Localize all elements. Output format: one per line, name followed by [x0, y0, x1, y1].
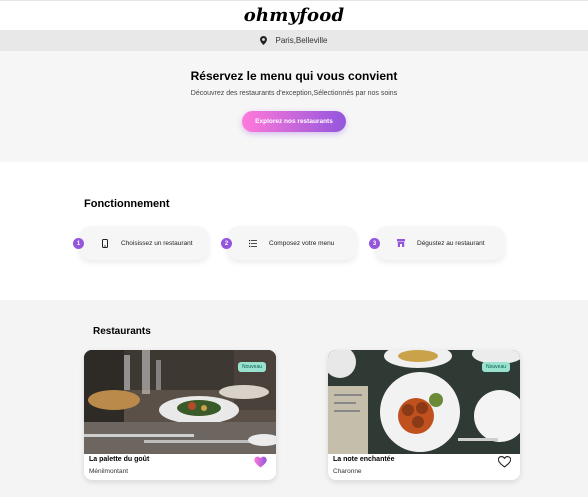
steps-list: 1 Choisissez un restaurant 2 Composez vo… — [73, 226, 588, 260]
step-enjoy-restaurant: 3 Dégustez au restaurant — [369, 226, 505, 260]
step-label: Choisissez un restaurant — [121, 239, 193, 247]
map-pin-icon — [260, 36, 268, 45]
restaurants-title: Restaurants — [93, 326, 151, 337]
heart-outline-icon[interactable] — [498, 456, 511, 468]
hero-title: Réservez le menu qui vous convient — [190, 69, 398, 83]
restaurant-cards: Nouveau La palette du goût Ménilmontant — [0, 350, 588, 490]
step-number: 3 — [369, 238, 380, 249]
restaurants-section: Restaurants Nouveau La palette du goût M… — [0, 300, 588, 497]
step-label: Composez votre menu — [269, 239, 335, 247]
hero-section: Réservez le menu qui vous convient Décou… — [0, 51, 588, 162]
page: ohmyfood Paris,Belleville Réservez le me… — [0, 0, 588, 497]
step-number: 2 — [221, 238, 232, 249]
restaurant-location: Ménilmontant — [89, 468, 129, 475]
step-compose-menu: 2 Composez votre menu — [221, 226, 357, 260]
step-number: 1 — [73, 238, 84, 249]
how-it-works-section: Fonctionnement 1 Choisissez un restauran… — [0, 162, 588, 300]
hero-subtitle: Découvrez des restaurants d'exception,Sé… — [190, 90, 398, 97]
location-text: Paris,Belleville — [275, 36, 328, 45]
restaurant-name: La note enchantée — [333, 456, 395, 463]
explore-button[interactable]: Explorez nos restaurants — [242, 111, 346, 132]
new-badge: Nouveau — [237, 362, 266, 372]
phone-icon — [99, 238, 111, 248]
restaurant-name: La palette du goût — [89, 456, 150, 463]
list-icon — [247, 239, 259, 247]
logo[interactable]: ohmyfood — [244, 5, 345, 26]
step-choose-restaurant: 1 Choisissez un restaurant — [73, 226, 209, 260]
restaurant-location: Charonne — [333, 468, 362, 475]
step-label: Dégustez au restaurant — [417, 239, 485, 247]
restaurant-card[interactable]: Nouveau La palette du goût Ménilmontant — [84, 350, 276, 480]
store-icon — [395, 239, 407, 247]
location-bar: Paris,Belleville — [0, 30, 588, 51]
heart-filled-icon[interactable] — [254, 456, 267, 468]
header: ohmyfood — [0, 0, 588, 30]
new-badge: Nouveau — [481, 362, 510, 372]
restaurant-card[interactable]: Nouveau La note enchantée Charonne — [328, 350, 520, 480]
how-it-works-title: Fonctionnement — [84, 198, 170, 210]
